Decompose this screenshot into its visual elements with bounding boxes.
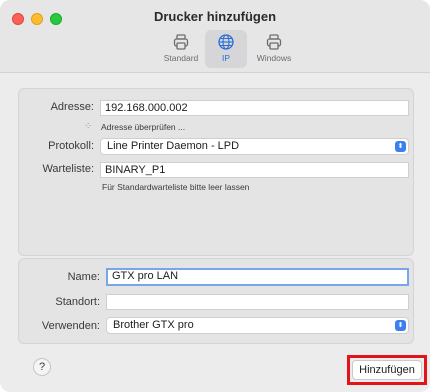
add-printer-window: Drucker hinzufügen Standard IP Windows A… [0,0,430,392]
help-button[interactable]: ? [33,358,51,376]
globe-icon [218,34,234,50]
protocol-label: Protokoll: [48,140,94,152]
queue-field[interactable]: BINARY_P1 [100,162,409,178]
loading-spinner-icon: ⁘ [84,121,93,132]
tab-standard-label: Standard [163,53,199,63]
tab-ip[interactable]: IP [205,30,247,68]
address-label: Adresse: [50,101,94,113]
queue-hint: Für Standardwarteliste bitte leer lassen [102,182,250,192]
titlebar: Drucker hinzufügen Standard IP Windows [0,0,430,73]
queue-label: Warteliste: [42,163,94,175]
location-label: Standort: [55,296,100,308]
printer-icon [266,34,282,50]
printer-icon [173,34,189,50]
chevron-updown-icon: ⬍ [395,320,406,331]
use-label: Verwenden: [41,320,100,332]
tab-windows[interactable]: Windows [250,30,298,68]
protocol-value: Line Printer Daemon - LPD [107,140,240,152]
tab-standard[interactable]: Standard [158,30,204,68]
driver-select[interactable]: Brother GTX pro ⬍ [106,317,409,334]
add-button[interactable]: Hinzufügen [352,360,422,380]
toolbar-tabs: Standard IP Windows [0,30,430,70]
location-field[interactable] [106,294,409,310]
tab-windows-label: Windows [256,53,292,63]
protocol-select[interactable]: Line Printer Daemon - LPD ⬍ [100,138,409,155]
name-field[interactable]: GTX pro LAN [106,268,409,286]
chevron-updown-icon: ⬍ [395,141,406,152]
window-title: Drucker hinzufügen [153,9,277,24]
tab-ip-label: IP [221,53,231,63]
driver-value: Brother GTX pro [113,319,194,331]
address-field[interactable]: 192.168.000.002 [100,100,409,116]
address-check-status: Adresse überprüfen ... [101,122,186,132]
name-label: Name: [67,271,100,283]
